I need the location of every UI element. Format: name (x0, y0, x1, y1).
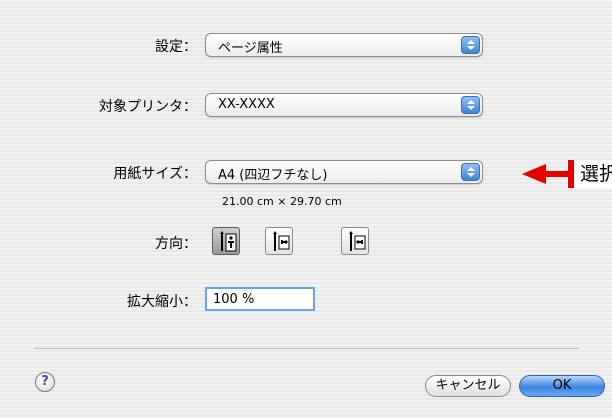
landscape-right-orientation-icon (349, 231, 366, 251)
popup-arrows-icon (461, 36, 480, 54)
format-for-value: XX-XXXX (218, 97, 275, 112)
select-annotation: 選択 (522, 160, 612, 188)
paper-size-value: A4 (四辺フチなし) (218, 168, 328, 183)
annotation-bar (546, 171, 568, 177)
ok-button[interactable]: OK (519, 375, 605, 397)
popup-arrows-icon (461, 163, 480, 181)
paper-dimensions: 21.00 cm × 29.70 cm (222, 195, 342, 208)
annotation-label: 選択 (568, 160, 612, 188)
orientation-portrait-button[interactable] (212, 227, 240, 255)
separator (34, 348, 579, 349)
format-for-popup[interactable]: XX-XXXX (205, 93, 483, 117)
settings-value: ページ属性 (218, 41, 283, 56)
orientation-landscape-right-button[interactable] (341, 227, 369, 255)
orientation-label: 方向： (155, 236, 197, 252)
arrow-left-icon (522, 164, 546, 184)
help-button[interactable]: ? (35, 372, 55, 392)
popup-arrows-icon (461, 96, 480, 114)
scale-value: 100 % (213, 292, 255, 307)
orientation-landscape-left-button[interactable] (265, 227, 293, 255)
portrait-orientation-icon (220, 231, 237, 252)
settings-label: 設定： (155, 39, 197, 55)
scale-label: 拡大縮小： (127, 294, 197, 310)
paper-size-label: 用紙サイズ： (113, 166, 197, 182)
landscape-left-orientation-icon (273, 231, 290, 251)
scale-input[interactable]: 100 % (205, 287, 315, 311)
format-for-label: 対象プリンタ： (99, 99, 197, 115)
settings-popup[interactable]: ページ属性 (205, 33, 483, 57)
page-setup-dialog: 設定： ページ属性 対象プリンタ： XX-XXXX 用紙サイズ： A4 (四辺フ… (0, 0, 612, 418)
paper-size-popup[interactable]: A4 (四辺フチなし) (205, 160, 483, 184)
cancel-button[interactable]: キャンセル (425, 375, 511, 397)
